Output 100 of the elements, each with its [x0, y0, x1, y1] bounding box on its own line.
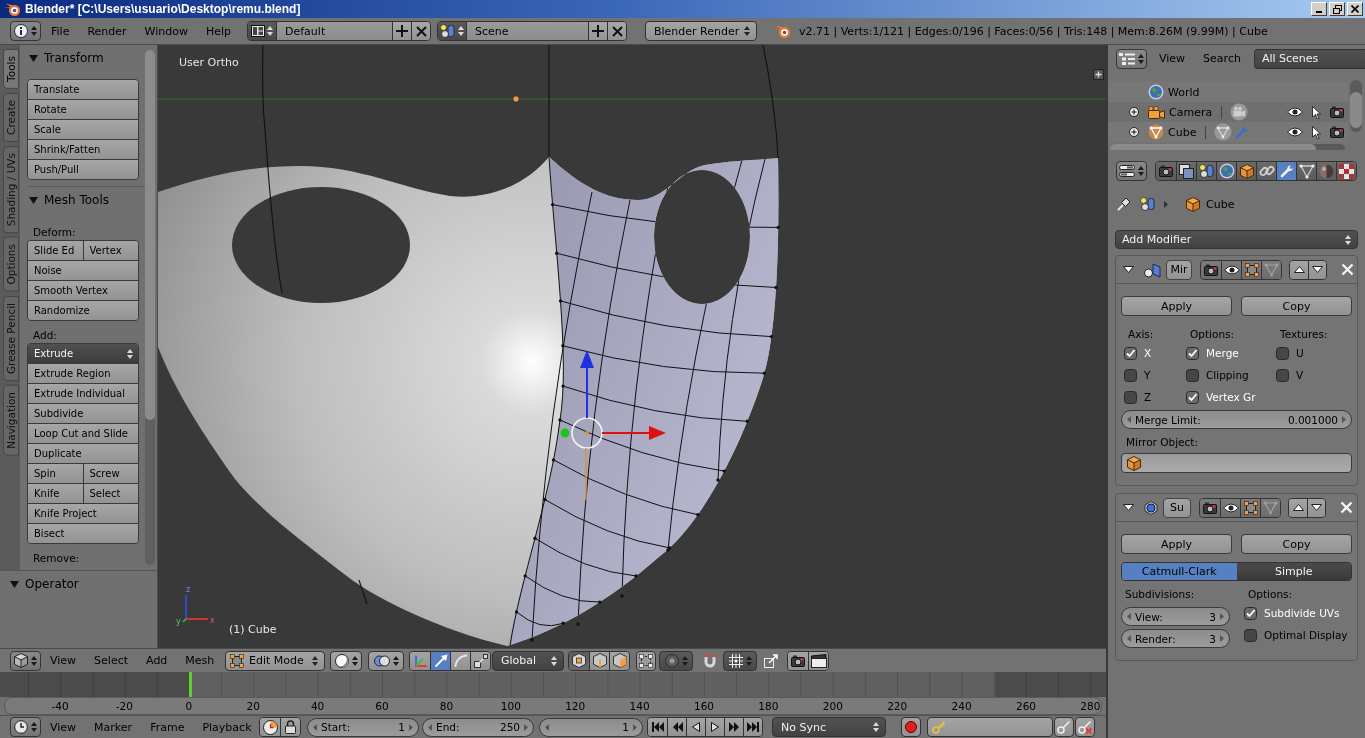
- eye-icon[interactable]: [1287, 107, 1303, 117]
- delete-button[interactable]: [607, 22, 626, 40]
- display-mode-dropdown[interactable]: All Scenes: [1253, 48, 1365, 69]
- edge-select-button[interactable]: [589, 651, 609, 670]
- scrollbar-thumb[interactable]: [145, 50, 155, 420]
- rotate-button[interactable]: [450, 651, 470, 670]
- properties-tab[interactable]: [1156, 162, 1176, 180]
- checkbox[interactable]: [1124, 390, 1137, 404]
- tool-button[interactable]: Knife Project: [28, 504, 138, 523]
- checkbox[interactable]: [1186, 390, 1199, 404]
- modifier-name-field[interactable]: Mir: [1166, 259, 1192, 280]
- plus-circle-icon[interactable]: [1129, 107, 1139, 117]
- outliner-row[interactable]: Cube: [1108, 122, 1348, 142]
- merge-limit-field[interactable]: Merge Limit: 0.001000: [1121, 410, 1352, 429]
- occlude-button[interactable]: [636, 650, 656, 671]
- cage-toggle[interactable]: [1261, 260, 1281, 279]
- checkbox[interactable]: [1244, 606, 1257, 620]
- copy-button[interactable]: Copy: [1241, 534, 1352, 554]
- render-toggle[interactable]: [1200, 498, 1220, 517]
- editor-type-button[interactable]: [10, 717, 41, 737]
- delete-keyframe-button[interactable]: [1075, 717, 1095, 737]
- mode-dropdown[interactable]: Edit Mode: [225, 650, 325, 671]
- properties-tab[interactable]: [1196, 162, 1216, 180]
- camera-icon[interactable]: [1330, 126, 1344, 138]
- menu-item[interactable]: View: [41, 650, 86, 671]
- plus-icon[interactable]: [1093, 69, 1104, 80]
- face-select-button[interactable]: [609, 651, 629, 670]
- current-frame-field[interactable]: 1: [539, 717, 643, 737]
- tool-button[interactable]: Spin: [28, 464, 83, 483]
- render-toggle[interactable]: [1201, 260, 1221, 279]
- maximize-button[interactable]: [1329, 2, 1345, 16]
- tool-button[interactable]: Select: [82, 484, 138, 503]
- modifier-name-field[interactable]: Su: [1163, 497, 1191, 518]
- edit-mode-toggle[interactable]: [1241, 260, 1261, 279]
- menu-item[interactable]: Select: [85, 650, 138, 671]
- tool-button[interactable]: Slide Ed: [28, 241, 83, 260]
- properties-tab[interactable]: [1276, 162, 1296, 180]
- tool-button[interactable]: Rotate: [28, 100, 138, 119]
- vertex-select-button[interactable]: [569, 651, 589, 670]
- auto-keying-button[interactable]: [260, 718, 280, 736]
- editor-type-button[interactable]: [1116, 48, 1147, 69]
- layout-browse-button[interactable]: [248, 22, 276, 40]
- previous-keyframe-button[interactable]: [667, 718, 686, 736]
- checkbox[interactable]: [1186, 368, 1199, 382]
- checkbox[interactable]: [1186, 346, 1199, 360]
- manipulator-toggle[interactable]: [410, 651, 430, 670]
- disclosure-triangle-icon[interactable]: [1123, 266, 1134, 273]
- properties-tab[interactable]: [1216, 162, 1236, 180]
- subdivision-level-field[interactable]: Render: 3: [1121, 629, 1230, 648]
- next-keyframe-button[interactable]: [724, 718, 743, 736]
- move-up-button[interactable]: [1289, 498, 1307, 517]
- outliner-row[interactable]: Camera: [1108, 102, 1348, 122]
- checkbox[interactable]: [1276, 368, 1289, 382]
- menu-item[interactable]: Help: [196, 21, 241, 41]
- viewport-toggle[interactable]: [1221, 260, 1241, 279]
- proportional-dropdown[interactable]: [659, 650, 693, 671]
- properties-tab[interactable]: [1336, 162, 1356, 180]
- jump-to-start-button[interactable]: [648, 718, 667, 736]
- tool-shelf-tab[interactable]: Tools: [3, 49, 19, 89]
- menu-item[interactable]: Frame: [141, 717, 194, 737]
- properties-tab[interactable]: [1236, 162, 1256, 180]
- add-button[interactable]: [588, 22, 607, 40]
- pivot-dropdown[interactable]: [368, 650, 404, 671]
- panel-header[interactable]: Mesh Tools: [27, 189, 109, 211]
- close-button[interactable]: [1347, 2, 1363, 16]
- tool-button[interactable]: Translate: [28, 80, 138, 99]
- move-up-button[interactable]: [1290, 260, 1308, 279]
- render-engine-dropdown[interactable]: Blender Render: [645, 21, 757, 41]
- menu-item[interactable]: Search: [1194, 48, 1250, 69]
- add-modifier-dropdown[interactable]: Add Modifier: [1115, 230, 1358, 249]
- cursor-icon[interactable]: [1312, 125, 1321, 139]
- checkbox[interactable]: [1124, 368, 1137, 382]
- tool-button[interactable]: Extrude Region: [28, 364, 138, 383]
- lock-button[interactable]: [280, 718, 300, 736]
- keying-set-field[interactable]: [927, 717, 1053, 737]
- panel-header[interactable]: Transform: [27, 47, 104, 69]
- camera-icon[interactable]: [1330, 106, 1344, 118]
- transform-gizmo-drawing[interactable]: [560, 350, 666, 501]
- menu-item[interactable]: View: [41, 717, 86, 737]
- tool-button[interactable]: Bisect: [28, 524, 138, 543]
- properties-tab[interactable]: [1176, 162, 1196, 180]
- scrollbar[interactable]: [145, 50, 155, 565]
- insert-keyframe-button[interactable]: [1054, 717, 1074, 737]
- tool-button[interactable]: Knife: [28, 484, 83, 503]
- tool-button[interactable]: Scale: [28, 120, 138, 139]
- tool-button[interactable]: Noise: [28, 261, 138, 280]
- apply-button[interactable]: Apply: [1121, 296, 1232, 316]
- layout-name-field[interactable]: Default: [276, 22, 392, 40]
- checkbox[interactable]: [1124, 346, 1137, 360]
- editor-type-button[interactable]: [10, 21, 41, 41]
- scene-name-field[interactable]: Scene: [466, 22, 588, 40]
- tool-button[interactable]: Extrude Individual: [28, 384, 138, 403]
- tool-dropdown[interactable]: Extrude: [28, 344, 138, 363]
- plus-circle-icon[interactable]: [1129, 127, 1139, 137]
- tool-button[interactable]: Shrink/Fatten: [28, 140, 138, 159]
- properties-tab[interactable]: [1296, 162, 1316, 180]
- menu-item[interactable]: Playback: [193, 717, 261, 737]
- menu-item[interactable]: Add: [137, 650, 177, 671]
- outliner-row[interactable]: World: [1108, 82, 1348, 102]
- pin-icon[interactable]: [1116, 196, 1132, 212]
